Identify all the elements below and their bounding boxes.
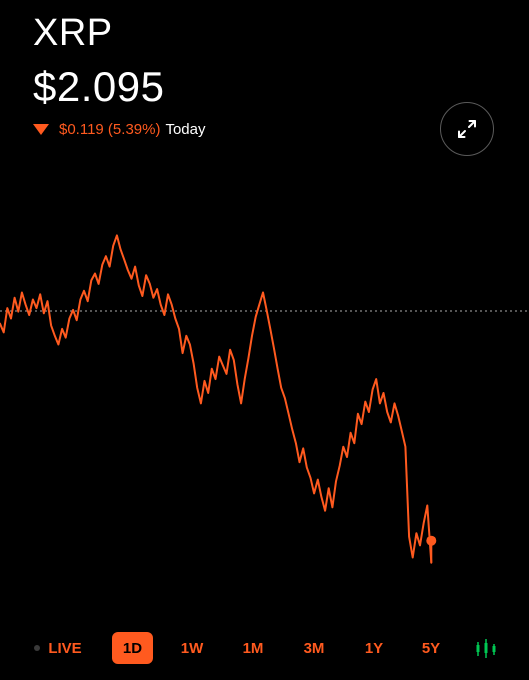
range-live[interactable]: LIVE [28, 632, 88, 664]
price-change-value: $0.119 (5.39%) [59, 120, 161, 138]
asset-ticker: XRP [33, 12, 113, 54]
range-1y-label: 1Y [364, 639, 384, 657]
price-change-period: Today [165, 120, 206, 138]
range-live-label: LIVE [48, 639, 82, 657]
range-5y-label: 5Y [421, 639, 441, 657]
range-1w[interactable]: 1W [172, 632, 212, 664]
candlestick-icon[interactable] [474, 636, 498, 660]
time-range-selector: LIVE 1D 1W 1M 3M 1Y 5Y [0, 632, 529, 664]
triangle-down-icon [33, 123, 49, 135]
range-1d-label: 1D [122, 639, 143, 657]
range-1m[interactable]: 1M [233, 632, 273, 664]
chart-series-line [0, 234, 433, 564]
expand-chart-button[interactable] [440, 102, 494, 156]
range-1m-label: 1M [242, 639, 264, 657]
expand-arrows-icon [458, 120, 476, 138]
price-change-row: $0.119 (5.39%) Today [33, 118, 206, 140]
range-1y[interactable]: 1Y [355, 632, 393, 664]
range-3m-label: 3M [303, 639, 325, 657]
range-1d[interactable]: 1D [112, 632, 153, 664]
live-indicator-dot [34, 645, 41, 651]
current-price: $2.095 [33, 63, 165, 110]
price-chart[interactable] [0, 220, 529, 590]
range-5y[interactable]: 5Y [412, 632, 450, 664]
range-1w-label: 1W [180, 639, 204, 657]
range-3m[interactable]: 3M [294, 632, 334, 664]
